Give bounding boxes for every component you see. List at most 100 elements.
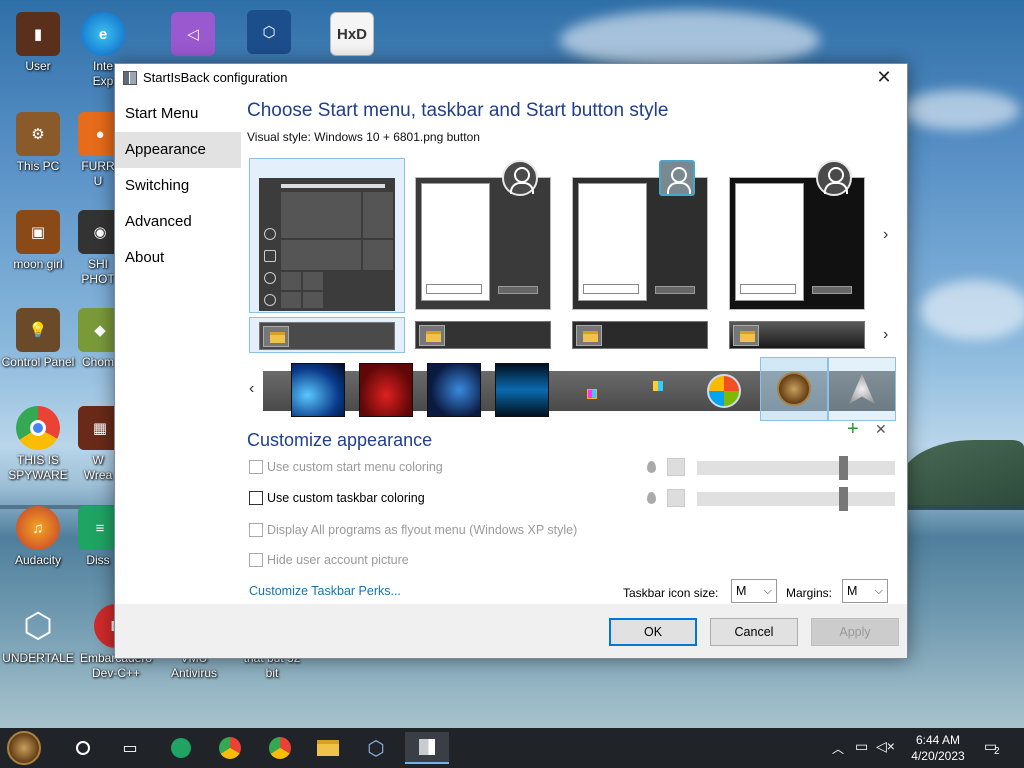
windows-logo-icon[interactable] xyxy=(587,389,597,399)
windows7-square-start-menu-preview xyxy=(572,177,708,310)
title-bar[interactable]: StartIsBack configuration ✕ xyxy=(115,64,907,91)
start-orb-blue-wave[interactable] xyxy=(291,363,345,417)
customize-taskbar-perks-link[interactable]: Customize Taskbar Perks... xyxy=(249,584,401,598)
desktop-icon-hxd[interactable]: HxD xyxy=(322,12,382,59)
main-content: Choose Start menu, taskbar and Start but… xyxy=(247,100,895,144)
start-orb-red[interactable] xyxy=(359,363,413,417)
start-orb-blue-lines[interactable] xyxy=(495,363,549,417)
taskbar-style-4[interactable] xyxy=(720,317,876,353)
option-label: Use custom start menu coloring xyxy=(267,460,443,474)
sidebar-item-about[interactable]: About xyxy=(115,240,241,276)
show-hidden-icons-chevron-icon[interactable]: ︿ xyxy=(832,740,844,757)
virtualbox-icon: ⬡ xyxy=(247,10,291,54)
desktop-icon-wrea[interactable]: ▦ W Wrea xyxy=(78,406,122,483)
user-avatar-icon xyxy=(502,160,538,196)
sidebar-item-appearance[interactable]: Appearance xyxy=(115,132,241,168)
chrome-alt-icon[interactable] xyxy=(262,732,298,764)
sheets-icon[interactable] xyxy=(163,732,199,764)
start-menu-color-slider[interactable] xyxy=(697,456,895,480)
style-tile-vista[interactable] xyxy=(720,158,876,313)
start-orb-icon[interactable] xyxy=(6,731,42,765)
chevron-down-icon: ⌵ xyxy=(874,585,883,597)
add-orb-icon[interactable]: + xyxy=(847,419,859,439)
desktop-icon-label: Chom xyxy=(81,355,114,369)
checkbox[interactable] xyxy=(249,460,263,474)
option-custom-taskbar-coloring[interactable]: Use custom taskbar coloring xyxy=(249,491,425,505)
desktop-icon-moon-girl[interactable]: ▣ moon girl xyxy=(0,210,76,272)
window-title: StartIsBack configuration xyxy=(143,70,288,85)
cortana-icon[interactable] xyxy=(65,732,101,764)
desktop-icon-chom[interactable]: ◆ Chom xyxy=(78,308,122,370)
sidebar-item-switching[interactable]: Switching xyxy=(115,168,241,204)
desktop-icon-undertale[interactable]: ⬡ UNDERTALE xyxy=(0,604,76,666)
close-icon[interactable]: ✕ xyxy=(861,64,907,91)
cancel-button[interactable]: Cancel xyxy=(710,618,798,646)
option-hide-account-picture[interactable]: Hide user account picture xyxy=(249,553,409,567)
desktop-icon-virtualbox[interactable]: ⬡ xyxy=(244,10,294,57)
icon-size-select[interactable]: M ⌵ xyxy=(731,579,777,603)
slider-thumb[interactable] xyxy=(839,487,848,511)
cloud xyxy=(900,90,1020,130)
clock[interactable]: 6:44 AM 4/20/2023 xyxy=(906,732,970,764)
task-view-icon[interactable]: ▭ xyxy=(112,732,148,764)
start-menu-color-swatch[interactable] xyxy=(667,458,685,476)
option-label: Display All programs as flyout menu (Win… xyxy=(267,523,578,537)
desktop-icon-this-is-spyware[interactable]: THIS IS SPYWARE xyxy=(0,406,76,483)
virtualbox-icon[interactable]: ⬡ xyxy=(358,732,394,764)
sidebar-nav: Start Menu Appearance Switching Advanced… xyxy=(115,96,241,276)
slider-thumb[interactable] xyxy=(839,456,848,480)
transparency-drop-icon xyxy=(647,461,656,473)
desktop-icon-label: This PC xyxy=(16,159,60,173)
desktop-icon-label: Diss xyxy=(86,553,110,567)
visual-style-label: Visual style: xyxy=(247,130,311,144)
windows7-orb-icon[interactable] xyxy=(707,374,741,408)
taskbar-style-1[interactable] xyxy=(249,317,405,353)
cloud xyxy=(920,280,1024,340)
style-tile-windows10[interactable] xyxy=(249,158,405,313)
dialog-footer: OK Cancel Apply xyxy=(115,604,907,658)
style-tile-windows7[interactable] xyxy=(406,158,562,313)
option-flyout-menu[interactable]: Display All programs as flyout menu (Win… xyxy=(249,523,577,537)
clock-date: 4/20/2023 xyxy=(911,749,965,763)
desktop-icon-this-pc[interactable]: ⚙ This PC xyxy=(0,112,76,174)
start-orb-blue-dots[interactable] xyxy=(427,363,481,417)
taskbar-color-swatch[interactable] xyxy=(667,489,685,507)
desktop-icon-user[interactable]: ▮ User xyxy=(0,12,76,74)
desktop-icon-furr[interactable]: ● FURR U xyxy=(78,112,122,189)
desktop-icon-diss[interactable]: ≡ Diss xyxy=(78,506,122,568)
start-orb-custom[interactable] xyxy=(828,357,896,421)
chrome-icon[interactable] xyxy=(212,732,248,764)
startisback-config-icon[interactable] xyxy=(405,732,449,764)
apply-button[interactable]: Apply xyxy=(811,618,899,646)
styles-next-chevron-icon[interactable]: › xyxy=(883,226,888,244)
remove-orb-icon[interactable]: ✕ xyxy=(875,421,887,438)
windows10-start-menu-preview xyxy=(259,178,395,311)
user-icon xyxy=(264,228,276,240)
checkbox[interactable] xyxy=(249,491,263,505)
option-custom-start-menu-coloring[interactable]: Use custom start menu coloring xyxy=(249,460,443,474)
start-orb-steampunk-selected[interactable] xyxy=(760,357,828,421)
margins-select[interactable]: M ⌵ xyxy=(842,579,888,603)
desktop-icon-control-panel[interactable]: 💡 Control Panel xyxy=(0,308,76,370)
cloud xyxy=(560,10,820,70)
checkbox[interactable] xyxy=(249,523,263,537)
chrome-icon xyxy=(16,406,60,450)
volume-muted-icon[interactable]: ◁× xyxy=(876,738,895,755)
checkbox[interactable] xyxy=(249,553,263,567)
orbs-prev-chevron-icon[interactable]: ‹ xyxy=(249,380,254,398)
taskbar-style-2[interactable] xyxy=(406,317,562,353)
taskbar-style-3[interactable] xyxy=(563,317,719,353)
desktop-icon-audacity[interactable]: ♫ Audacity xyxy=(0,506,76,568)
desktop-icon-shiphot[interactable]: ◉ SHI PHOT xyxy=(78,210,122,287)
windows8-logo-icon[interactable] xyxy=(653,381,663,391)
style-tile-windows7-square[interactable] xyxy=(563,158,719,313)
network-icon[interactable]: ▭ xyxy=(855,738,868,755)
sidebar-item-advanced[interactable]: Advanced xyxy=(115,204,241,240)
action-center-icon[interactable]: ▭ 2 xyxy=(984,738,1000,757)
ok-button[interactable]: OK xyxy=(609,618,697,646)
taskbar-styles-next-chevron-icon[interactable]: › xyxy=(883,326,888,344)
desktop-icon-visual-studio[interactable]: ◁ xyxy=(168,12,218,59)
taskbar-color-slider[interactable] xyxy=(697,487,895,511)
file-explorer-icon[interactable] xyxy=(310,732,346,764)
sidebar-item-start-menu[interactable]: Start Menu xyxy=(115,96,241,132)
